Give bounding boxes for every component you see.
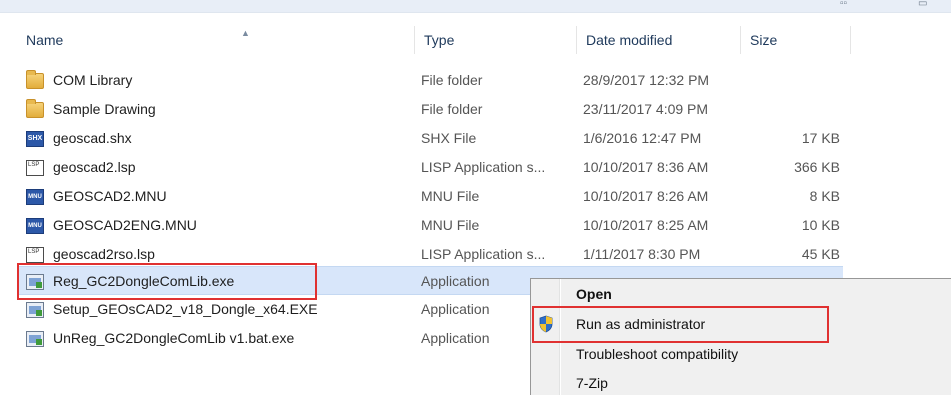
lsp-file-icon: LSP bbox=[26, 247, 44, 263]
column-divider[interactable] bbox=[850, 26, 851, 54]
sort-ascending-icon: ▲ bbox=[241, 28, 250, 38]
file-size: 17 KB bbox=[801, 130, 840, 146]
column-divider[interactable] bbox=[414, 26, 415, 54]
file-date: 28/9/2017 12:32 PM bbox=[583, 72, 710, 88]
file-row[interactable]: Sample Drawing File folder 23/11/2017 4:… bbox=[18, 95, 843, 124]
window-top-strip: ▫▫ ▭ bbox=[0, 0, 951, 13]
file-row[interactable]: COM Library File folder 28/9/2017 12:32 … bbox=[18, 66, 843, 95]
file-row[interactable]: SHX geoscad.shx SHX File 1/6/2016 12:47 … bbox=[18, 124, 843, 153]
column-header-size[interactable]: Size bbox=[750, 26, 850, 54]
run-as-admin-highlight bbox=[532, 306, 829, 343]
shx-file-icon: SHX bbox=[26, 131, 44, 147]
column-divider[interactable] bbox=[740, 26, 741, 54]
file-type: Application bbox=[421, 301, 490, 317]
file-size: 8 KB bbox=[809, 188, 840, 204]
file-name: GEOSCAD2.MNU bbox=[53, 188, 167, 204]
column-header-type-label: Type bbox=[424, 32, 455, 48]
column-header-type[interactable]: Type bbox=[424, 26, 574, 54]
file-type: Application bbox=[421, 273, 490, 289]
file-type: Application bbox=[421, 330, 490, 346]
file-size: 45 KB bbox=[801, 246, 840, 262]
selected-file-highlight bbox=[17, 263, 317, 300]
file-date: 1/11/2017 8:30 PM bbox=[583, 246, 701, 262]
mnu-file-icon: MNU bbox=[26, 218, 44, 234]
file-name: geoscad.shx bbox=[53, 130, 132, 146]
view-toggle-icon[interactable]: ▫▫ bbox=[840, 0, 847, 9]
file-name: GEOSCAD2ENG.MNU bbox=[53, 217, 197, 233]
file-type: File folder bbox=[421, 101, 483, 117]
column-header-date-label: Date modified bbox=[586, 32, 673, 48]
column-header-bar: Name ▲ Type Date modified Size bbox=[0, 26, 951, 54]
file-date: 23/11/2017 4:09 PM bbox=[583, 101, 709, 117]
file-row[interactable]: MNU GEOSCAD2.MNU MNU File 10/10/2017 8:2… bbox=[18, 182, 843, 211]
file-name: UnReg_GC2DongleComLib v1.bat.exe bbox=[53, 330, 295, 346]
column-header-date[interactable]: Date modified bbox=[586, 26, 736, 54]
file-type: MNU File bbox=[421, 217, 480, 233]
setup-application-icon bbox=[26, 302, 44, 318]
file-row[interactable]: LSP geoscad2.lsp LISP Application s... 1… bbox=[18, 153, 843, 182]
lsp-file-icon: LSP bbox=[26, 160, 44, 176]
menu-item-troubleshoot-compatibility[interactable]: Troubleshoot compatibility bbox=[576, 340, 738, 369]
file-size bbox=[748, 66, 840, 95]
file-type: File folder bbox=[421, 72, 483, 88]
file-date: 10/10/2017 8:26 AM bbox=[583, 188, 709, 204]
column-divider[interactable] bbox=[576, 26, 577, 54]
file-type: SHX File bbox=[421, 130, 477, 146]
file-name: Sample Drawing bbox=[53, 101, 156, 117]
folder-icon bbox=[26, 70, 44, 89]
file-type: MNU File bbox=[421, 188, 480, 204]
column-header-name[interactable]: Name ▲ bbox=[26, 26, 414, 54]
preview-pane-icon[interactable]: ▭ bbox=[918, 0, 927, 9]
file-row[interactable]: MNU GEOSCAD2ENG.MNU MNU File 10/10/2017 … bbox=[18, 211, 843, 240]
file-size bbox=[748, 95, 840, 124]
file-date: 10/10/2017 8:36 AM bbox=[583, 159, 709, 175]
menu-item-7-zip[interactable]: 7-Zip bbox=[576, 369, 608, 398]
file-size: 10 KB bbox=[801, 217, 840, 233]
folder-icon bbox=[26, 99, 44, 118]
file-date: 1/6/2016 12:47 PM bbox=[583, 130, 702, 146]
application-icon bbox=[26, 331, 44, 347]
file-type: LISP Application s... bbox=[421, 159, 546, 175]
mnu-file-icon: MNU bbox=[26, 189, 44, 205]
file-size: 366 KB bbox=[794, 159, 840, 175]
file-type: LISP Application s... bbox=[421, 246, 546, 262]
file-name: COM Library bbox=[53, 72, 133, 88]
column-header-size-label: Size bbox=[750, 32, 778, 48]
menu-item-open[interactable]: Open bbox=[576, 280, 612, 309]
column-header-name-label: Name bbox=[26, 32, 64, 48]
file-date: 10/10/2017 8:25 AM bbox=[583, 217, 709, 233]
file-name: geoscad2.lsp bbox=[53, 159, 136, 175]
